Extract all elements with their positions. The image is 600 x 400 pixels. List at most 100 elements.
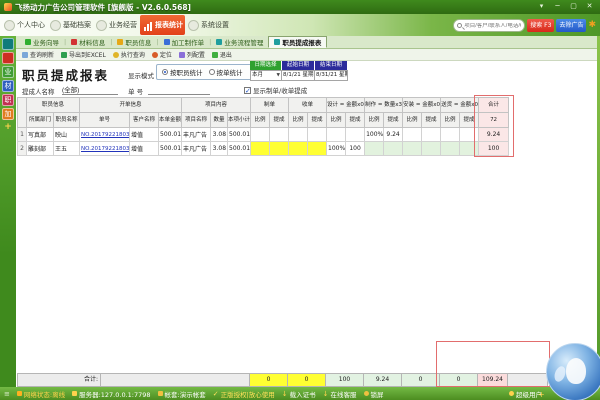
run-query-button[interactable]: 执行查询 bbox=[113, 50, 145, 59]
tab-business-wizard[interactable]: 业务向导 bbox=[20, 36, 64, 48]
summary-total: 109.24 bbox=[478, 373, 508, 387]
app-logo-icon bbox=[4, 3, 12, 11]
plus-icon: + bbox=[538, 390, 545, 399]
sidebar-tab-icon-4[interactable]: 材 bbox=[2, 80, 14, 92]
sub-header-row: 所属部门 职员名称 单号 客户名称 本单金额 项目名称 数量 本项小计 比例 提… bbox=[18, 113, 509, 128]
load-certificate-button[interactable]: ↓ 载入证书 bbox=[282, 389, 316, 399]
page-title: 职员提成报表 bbox=[22, 65, 109, 84]
order-link[interactable]: NO.201792218032 bbox=[81, 132, 130, 138]
window-controls: ▾ ─ ▢ ✕ bbox=[535, 2, 596, 12]
column-config-button[interactable]: 列配置 bbox=[179, 50, 205, 59]
col-commission: 提成 bbox=[346, 113, 365, 128]
titlebar: 飞扬动力广告公司管理软件 [旗舰版 - V2.6.0.568] ▾ ─ ▢ ✕ bbox=[0, 0, 600, 14]
locate-icon bbox=[152, 52, 158, 58]
qq-service-logo[interactable] bbox=[546, 343, 600, 400]
sidebar-tab-icon-1[interactable] bbox=[2, 38, 14, 50]
left-sidebar: 业 材 职 加 + bbox=[0, 36, 16, 400]
sheji-ratio-cell: 100% bbox=[327, 142, 346, 156]
table-row[interactable]: 1 写真部 映山 NO.201792218032 增值 500.01 丰凡广告 … bbox=[18, 128, 509, 142]
start-date-select[interactable]: 8/1/21 星期日 ▼ bbox=[282, 70, 315, 81]
date-range-select[interactable]: 本月 ▼ bbox=[250, 70, 282, 81]
remove-ads-button[interactable]: 去除广告 bbox=[556, 19, 586, 32]
end-date-select[interactable]: 8/31/21 星期二 ▼ bbox=[315, 70, 348, 81]
show-commission-checkbox[interactable]: ✓ 显示制单/收单提成 bbox=[244, 85, 307, 95]
order-link[interactable]: NO.201792218032 bbox=[81, 146, 130, 152]
sidebar-tab-icon-5[interactable]: 职 bbox=[2, 94, 14, 106]
lock-screen-button[interactable]: 锁屏 bbox=[364, 389, 384, 399]
server-icon bbox=[72, 391, 77, 396]
staff-cell: 王五 bbox=[54, 142, 80, 156]
col-ratio: 比例 bbox=[251, 113, 270, 128]
nav-report-stats[interactable]: 报表统计 bbox=[140, 15, 185, 35]
nav-personal-center[interactable]: 个人中心 bbox=[2, 15, 47, 35]
mode-by-order-radio[interactable]: 按单统计 bbox=[209, 67, 243, 77]
col-staff: 职员名称 bbox=[54, 113, 80, 128]
checkbox-icon: ✓ bbox=[244, 87, 251, 94]
tab-processing-order[interactable]: 加工制作单 bbox=[159, 36, 210, 48]
report-content: 职员提成报表 显示模式 按职员统计 按单统计 日期选择 起始日期 结束日期 本月… bbox=[16, 61, 597, 387]
group-order-making: 制单 bbox=[251, 98, 289, 113]
project-cell: 丰凡广告 bbox=[182, 142, 211, 156]
order-no-input[interactable] bbox=[148, 84, 210, 95]
col-commission: 提成 bbox=[384, 113, 403, 128]
refresh-button[interactable]: 查询刷新 bbox=[22, 50, 54, 59]
amount-cell: 500.01 bbox=[159, 128, 182, 142]
refresh-icon bbox=[22, 52, 28, 58]
network-status: 网络状态:离线 bbox=[17, 389, 65, 399]
col-customer: 客户名称 bbox=[130, 113, 159, 128]
tab-commission-report[interactable]: 职员提成报表 bbox=[268, 36, 327, 48]
sidebar-add-button[interactable]: + bbox=[4, 122, 12, 132]
grip-icon: ≡ bbox=[4, 390, 10, 398]
skin-icon[interactable]: ▾ bbox=[535, 2, 548, 12]
nav-business[interactable]: 业务经营 bbox=[94, 15, 139, 35]
export-excel-button[interactable]: 导出到EXCEL bbox=[61, 50, 106, 59]
business-icon bbox=[96, 20, 107, 31]
total-cell: 9.24 bbox=[479, 128, 509, 142]
staff-cell: 映山 bbox=[54, 128, 80, 142]
material-icon bbox=[71, 39, 77, 45]
wizard-icon bbox=[25, 39, 31, 45]
table-row[interactable]: 2 雕刻部 王五 NO.201792218032 增值 500.01 丰凡广告 … bbox=[18, 142, 509, 156]
folder-icon bbox=[158, 391, 163, 396]
summary-label: 合计: bbox=[17, 373, 101, 387]
person-icon bbox=[4, 20, 15, 31]
group-production: 制作 = 数量x3 bbox=[365, 98, 403, 113]
row-index: 2 bbox=[18, 142, 27, 156]
close-icon[interactable]: ✕ bbox=[583, 2, 596, 12]
shoudan-ratio-cell bbox=[289, 142, 308, 156]
col-ratio: 比例 bbox=[327, 113, 346, 128]
minimize-icon[interactable]: ─ bbox=[551, 2, 564, 12]
exit-button[interactable]: 退出 bbox=[212, 50, 232, 59]
global-search[interactable] bbox=[453, 19, 525, 32]
tab-staff-info[interactable]: 职员信息 bbox=[112, 36, 156, 48]
search-input[interactable] bbox=[464, 23, 521, 29]
tab-material-info[interactable]: 材料信息 bbox=[66, 36, 110, 48]
sidebar-tab-icon-6[interactable]: 加 bbox=[2, 108, 14, 120]
col-order: 单号 bbox=[80, 113, 130, 128]
license-status: ✓ 正版授权|放心使用 bbox=[213, 389, 275, 399]
shoudan-comm-cell bbox=[308, 128, 327, 142]
total-header-value: 72 bbox=[479, 113, 509, 128]
mode-by-staff-radio[interactable]: 按职员统计 bbox=[162, 67, 203, 77]
col-subtotal: 本项小计 bbox=[228, 113, 251, 128]
group-order-info: 开单信息 bbox=[80, 98, 182, 113]
locate-button[interactable]: 定位 bbox=[152, 50, 172, 59]
maximize-icon[interactable]: ▢ bbox=[567, 2, 580, 12]
bar-chart-icon bbox=[142, 20, 153, 31]
zhidan-comm-cell bbox=[270, 128, 289, 142]
corner-cell bbox=[18, 98, 27, 128]
sidebar-tab-icon-2[interactable] bbox=[2, 52, 14, 64]
nav-basic-files[interactable]: 基础档案 bbox=[48, 15, 93, 35]
sheji-comm-cell: 100 bbox=[346, 142, 365, 156]
online-service-button[interactable]: ↓ 在线客服 bbox=[323, 389, 357, 399]
commission-person-input[interactable] bbox=[62, 84, 118, 95]
nav-system-settings[interactable]: 系统设置 bbox=[186, 15, 231, 35]
group-delivery: 送货 = 金额x0 bbox=[441, 98, 479, 113]
sidebar-tab-icon-3[interactable]: 业 bbox=[2, 66, 14, 78]
search-button[interactable]: 搜索 F3 bbox=[527, 19, 554, 32]
chevron-down-icon: ▼ bbox=[277, 71, 280, 80]
zhidan-ratio-cell bbox=[251, 142, 270, 156]
account-set-info: 帐套:演示帐套 bbox=[158, 389, 206, 399]
tab-business-process[interactable]: 业务流程管理 bbox=[211, 36, 268, 48]
filter-row: 提成人名称 单 号 ✓ 显示制单/收单提成 bbox=[16, 83, 597, 97]
